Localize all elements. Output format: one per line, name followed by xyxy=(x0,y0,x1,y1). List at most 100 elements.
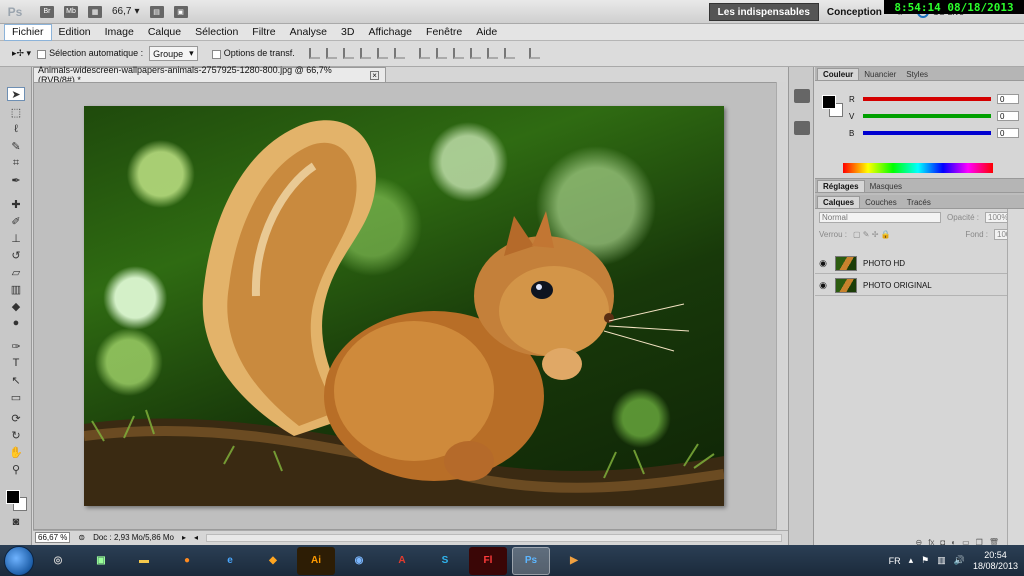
menu-fenetre[interactable]: Fenêtre xyxy=(419,24,469,41)
history-brush-tool-icon[interactable]: ↺ xyxy=(7,248,25,262)
red-value-field[interactable]: 0 xyxy=(997,94,1019,104)
eye-icon[interactable]: ◉ xyxy=(815,258,831,269)
align-left-icon[interactable] xyxy=(359,48,371,59)
auto-select-option[interactable]: Sélection automatique : xyxy=(37,48,143,59)
firefox-icon[interactable]: ● xyxy=(168,547,206,575)
document-horizontal-scrollbar[interactable] xyxy=(206,533,782,542)
zoom-tool-icon[interactable]: ⚲ xyxy=(7,462,25,476)
flash-icon[interactable]: Fl xyxy=(469,546,507,575)
workspace-essentials-button[interactable]: Les indispensables xyxy=(708,3,819,21)
blend-mode-dropdown[interactable]: Normal xyxy=(819,212,941,223)
green-slider[interactable] xyxy=(863,114,991,118)
lock-icons[interactable]: ▢ ✎ ✢ 🔒 xyxy=(853,230,891,239)
photoshop-taskbar-icon[interactable]: Ps xyxy=(512,546,550,575)
distribute-left-icon[interactable] xyxy=(469,48,481,59)
hand-tool-icon[interactable]: ✋ xyxy=(7,445,25,459)
shape-tool-icon[interactable]: ▭ xyxy=(7,390,25,404)
path-selection-tool-icon[interactable]: ↖ xyxy=(7,373,25,387)
menu-aide[interactable]: Aide xyxy=(469,24,504,41)
tab-styles[interactable]: Styles xyxy=(901,69,933,80)
foreground-color-swatch[interactable] xyxy=(6,490,20,504)
menu-calque[interactable]: Calque xyxy=(141,24,188,41)
lasso-tool-icon[interactable]: ℓ xyxy=(7,122,25,136)
red-slider[interactable] xyxy=(863,97,991,101)
mini-bridge-panel-icon[interactable] xyxy=(794,89,810,103)
scroll-left-icon[interactable]: ◂ xyxy=(194,533,198,542)
clone-stamp-tool-icon[interactable]: ⊥ xyxy=(7,231,25,245)
media-player-icon[interactable]: ▶ xyxy=(555,547,593,575)
dodge-tool-icon[interactable]: ● xyxy=(7,316,25,330)
eyedropper-tool-icon[interactable]: ✒ xyxy=(7,173,25,187)
layer-row[interactable]: ◉ PHOTO ORIGINAL xyxy=(815,275,1007,296)
globe-icon[interactable]: ◉ xyxy=(340,547,378,575)
eraser-tool-icon[interactable]: ▱ xyxy=(7,265,25,279)
acrobat-icon[interactable]: A xyxy=(383,547,421,575)
gradient-tool-icon[interactable]: ▥ xyxy=(7,282,25,296)
menu-3d[interactable]: 3D xyxy=(334,24,361,41)
blue-slider[interactable] xyxy=(863,131,991,135)
tab-nuancier[interactable]: Nuancier xyxy=(859,69,901,80)
quick-selection-tool-icon[interactable]: ✎ xyxy=(7,139,25,153)
move-tool-preset-icon[interactable]: ▸✢ ▾ xyxy=(12,48,31,59)
align-right-icon[interactable] xyxy=(393,48,405,59)
view-extras-icon[interactable]: ▦ xyxy=(88,5,102,18)
mini-bridge-icon[interactable]: Mb xyxy=(64,5,78,18)
illustrator-icon[interactable]: Ai xyxy=(297,546,335,575)
flag-icon[interactable]: ⚑ xyxy=(921,555,929,566)
distribute-vcenter-icon[interactable] xyxy=(435,48,447,59)
close-icon[interactable]: × xyxy=(370,70,379,80)
document-vertical-scrollbar[interactable] xyxy=(776,82,786,530)
menu-fichier[interactable]: Fichier xyxy=(4,23,52,41)
move-tool-icon[interactable]: ➤ xyxy=(7,87,25,101)
green-value-field[interactable]: 0 xyxy=(997,111,1019,121)
history-panel-icon[interactable] xyxy=(794,121,810,135)
healing-brush-tool-icon[interactable]: ✚ xyxy=(7,197,25,211)
skype-icon[interactable]: S xyxy=(426,547,464,575)
menu-image[interactable]: Image xyxy=(98,24,141,41)
align-bottom-icon[interactable] xyxy=(342,48,354,59)
tab-couleur[interactable]: Couleur xyxy=(817,68,860,80)
3d-orbit-tool-icon[interactable]: ↻ xyxy=(7,428,25,442)
app-icon[interactable]: ◆ xyxy=(254,547,292,575)
zoom-level-field[interactable]: 66,67 % xyxy=(35,532,71,543)
color-spectrum-bar[interactable] xyxy=(843,163,993,173)
workspace-design-button[interactable]: Conception xyxy=(819,3,890,21)
tab-couches[interactable]: Couches xyxy=(860,197,902,208)
layer-row[interactable]: ◉ PHOTO HD xyxy=(815,253,1007,274)
tab-masques[interactable]: Masques xyxy=(865,181,907,192)
screen-mode-icon[interactable]: ▣ xyxy=(173,5,188,18)
distribute-hcenter-icon[interactable] xyxy=(486,48,498,59)
distribute-bottom-icon[interactable] xyxy=(452,48,464,59)
align-top-icon[interactable] xyxy=(308,48,320,59)
document-tab[interactable]: Animals-widescreen-wallpapers-animals-27… xyxy=(33,65,386,85)
status-options-icon[interactable]: ⊜ xyxy=(78,533,85,542)
arrange-documents-icon[interactable]: ▤ xyxy=(149,5,164,18)
layers-scrollbar[interactable] xyxy=(1007,209,1024,549)
task-app-icon[interactable]: ▣ xyxy=(82,547,120,575)
internet-explorer-icon[interactable]: e xyxy=(211,547,249,575)
zoom-level-dropdown[interactable]: 66,7 ▾ xyxy=(112,6,140,17)
crop-tool-icon[interactable]: ⌗ xyxy=(7,156,25,170)
tab-calques[interactable]: Calques xyxy=(817,196,861,208)
menu-analyse[interactable]: Analyse xyxy=(283,24,334,41)
blue-value-field[interactable]: 0 xyxy=(997,128,1019,138)
quick-mask-icon[interactable]: ◙ xyxy=(7,515,25,529)
distribute-right-icon[interactable] xyxy=(503,48,515,59)
start-button[interactable] xyxy=(4,545,34,576)
transform-controls-option[interactable]: Options de transf. xyxy=(211,48,295,59)
squirrel-photo[interactable] xyxy=(84,106,724,506)
auto-select-dropdown[interactable]: Groupe ▾ xyxy=(149,46,198,61)
bridge-icon[interactable]: Br xyxy=(40,5,54,18)
align-vcenter-icon[interactable] xyxy=(325,48,337,59)
transform-controls-checkbox[interactable] xyxy=(211,49,221,59)
network-icon[interactable]: ▥ xyxy=(937,555,946,566)
3d-rotate-tool-icon[interactable]: ⟳ xyxy=(7,411,25,425)
menu-filtre[interactable]: Filtre xyxy=(245,24,282,41)
auto-select-checkbox[interactable] xyxy=(37,49,47,59)
brush-tool-icon[interactable]: ✐ xyxy=(7,214,25,228)
panel-foreground-swatch[interactable] xyxy=(822,95,836,109)
taskbar-clock[interactable]: 20:54 18/08/2013 xyxy=(973,550,1018,572)
folder-icon[interactable]: ▬ xyxy=(125,547,163,575)
marquee-tool-icon[interactable]: ⬚ xyxy=(7,105,25,119)
status-menu-arrow-icon[interactable]: ▸ xyxy=(182,533,186,542)
